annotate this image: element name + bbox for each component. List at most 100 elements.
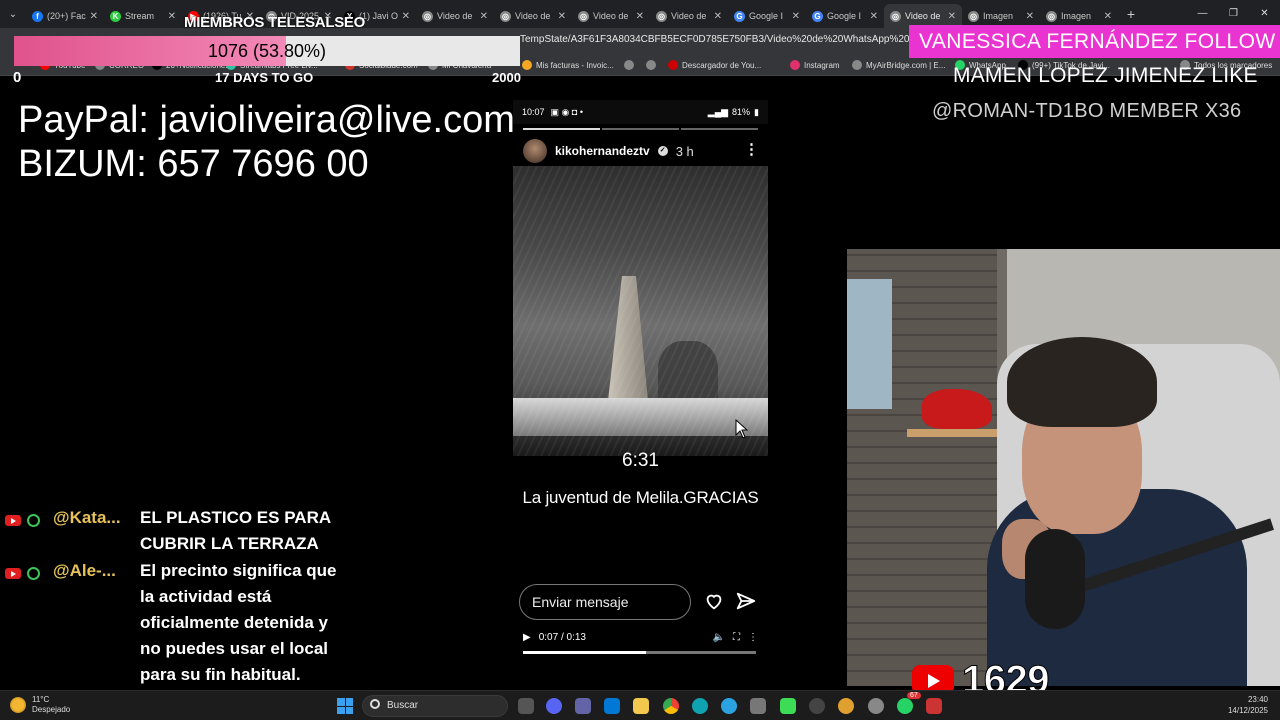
notification-badge: 67 [907,692,921,699]
tab-title: Video de [905,11,941,21]
file-explorer-icon[interactable] [633,698,649,714]
bookmark-item[interactable]: MyAirBridge.com | E... [852,60,945,70]
tab-search-button[interactable]: ⌄ [0,0,26,28]
weather-icon [10,697,26,713]
tab-close-icon[interactable]: ✕ [714,11,722,22]
tab-close-icon[interactable]: ✕ [402,11,410,22]
story-segment [681,128,758,130]
app4-icon[interactable] [926,698,942,714]
bookmark-item[interactable] [624,60,638,70]
chat-username: @Kata... [53,508,121,527]
verified-icon: ✓ [657,146,668,156]
weather-desc: Despejado [32,705,71,714]
restore-button[interactable]: ❐ [1218,0,1249,28]
new-tab-button[interactable]: + [1118,6,1144,22]
tab-title: Video de [671,11,707,21]
volume-icon[interactable]: 🔈 [713,632,725,643]
tab-close-icon[interactable]: ✕ [792,11,800,22]
task-view-icon[interactable] [518,698,534,714]
phone-video[interactable]: 10:07 ▣ ◉ ◘ • ▂▄▆ 81% ▮ kikohernandeztv … [513,100,768,660]
bookmark-icon [646,60,656,70]
story-age: 3 h [675,143,694,159]
follow-alert: VANESSICA FERNÁNDEZ FOLLOW [909,25,1280,58]
obs-icon[interactable] [809,698,825,714]
fullscreen-icon[interactable]: ⛶ [733,632,740,643]
app3-icon[interactable] [868,698,884,714]
member-badge-icon [27,514,40,527]
discord-icon[interactable] [546,698,562,714]
player-menu-icon[interactable]: ⋮ [748,632,758,643]
clock-time: 23:40 [1247,695,1268,704]
chrome-icon[interactable] [663,698,679,714]
browser-tab[interactable]: G Google I ✕ [806,4,884,28]
tab-close-icon[interactable]: ✕ [480,11,488,22]
story-username[interactable]: kikohernandeztv [555,144,650,158]
app-icon[interactable] [750,698,766,714]
weather-widget[interactable]: 11°C Despejado [10,695,70,715]
tab-close-icon[interactable]: ✕ [948,11,956,22]
battery-icon: ▮ [754,106,759,117]
browser-tab[interactable]: K Stream ✕ [104,4,182,28]
player-seek-bar[interactable] [523,651,756,654]
progress-min-label: 0 [13,69,22,86]
browser-tab[interactable]: ◎ Video de ✕ [416,4,494,28]
story-video-frame[interactable] [513,166,768,456]
bookmark-item[interactable]: Descargador de You... [668,60,761,70]
app2-icon[interactable] [838,698,854,714]
bizum-text: BIZUM: 657 7696 00 [18,143,369,185]
telegram-icon[interactable] [721,698,737,714]
bookmark-label: Descargador de You... [682,60,762,70]
tab-title: Imagen [1061,11,1092,21]
browser-tab[interactable]: ◎ Video de ✕ [650,4,728,28]
bookmark-icon [790,60,800,70]
tab-close-icon[interactable]: ✕ [90,11,98,22]
browser-tab[interactable]: G Google I ✕ [728,4,806,28]
taskbar-search[interactable]: Buscar [362,695,508,717]
message-input[interactable]: Enviar mensaje [519,584,691,620]
player-time: 0:07 / 0:13 [538,631,586,643]
close-window-button[interactable]: ✕ [1249,0,1280,28]
bookmark-label: Instagram [804,60,840,70]
microphone-shape [1025,529,1085,629]
story-segment [523,128,600,130]
more-options-icon[interactable]: ⋮ [744,140,759,158]
monitor-shape [847,279,892,409]
outlook-icon[interactable] [604,698,620,714]
teams-icon[interactable] [575,698,591,714]
tab-close-icon[interactable]: ✕ [1104,11,1112,22]
tab-close-icon[interactable]: ✕ [636,11,644,22]
play-icon[interactable]: ▶ [523,632,531,643]
windows-start-icon[interactable] [337,698,353,714]
bookmark-item[interactable] [646,60,660,70]
avatar[interactable] [523,139,547,163]
bookmark-label: MyAirBridge.com | E... [866,60,946,70]
tab-favicon-icon: G [734,10,745,22]
tab-close-icon[interactable]: ✕ [1026,11,1034,22]
clock-date: 14/12/2025 [1227,706,1268,715]
tab-close-icon[interactable]: ✕ [168,11,176,22]
bookmark-item[interactable]: Instagram [790,60,840,70]
browser-tab[interactable]: ◎ Video de ✕ [494,4,572,28]
bookmark-icon [624,60,634,70]
chat-text: El precinto significa que la actividad e… [140,561,337,684]
browser-tab[interactable]: f (20+) Fac ✕ [26,4,104,28]
heart-icon[interactable] [703,590,725,612]
minimize-button[interactable]: — [1187,0,1218,28]
tab-close-icon[interactable]: ✕ [558,11,566,22]
progress-days-label: 17 DAYS TO GO [215,70,314,85]
video-clock-text: 6:31 [622,450,659,471]
browser-tab[interactable]: ◎ Video de ✕ [572,4,650,28]
kick-icon[interactable] [780,698,796,714]
edge-icon[interactable] [692,698,708,714]
taskbar-clock[interactable]: 23:40 14/12/2025 [1228,694,1268,716]
bookmark-item[interactable]: Mis facturas - Invoic... [522,60,614,70]
whatsapp-icon[interactable] [897,698,913,714]
story-header: kikohernandeztv ✓ 3 h ⋮ [523,138,763,164]
webcam-feed [847,249,1280,686]
url-field[interactable]: TempState/A3F61F3A8034CBFB5ECF0D785E750F… [520,34,955,45]
send-icon[interactable] [735,590,757,612]
members-goal-title: MIEMBROS TELESALSEO [184,14,365,31]
tab-favicon-icon: ◎ [578,10,589,22]
tab-close-icon[interactable]: ✕ [870,11,878,22]
phone-status-icons: ▣ ◉ ◘ • [550,106,583,117]
